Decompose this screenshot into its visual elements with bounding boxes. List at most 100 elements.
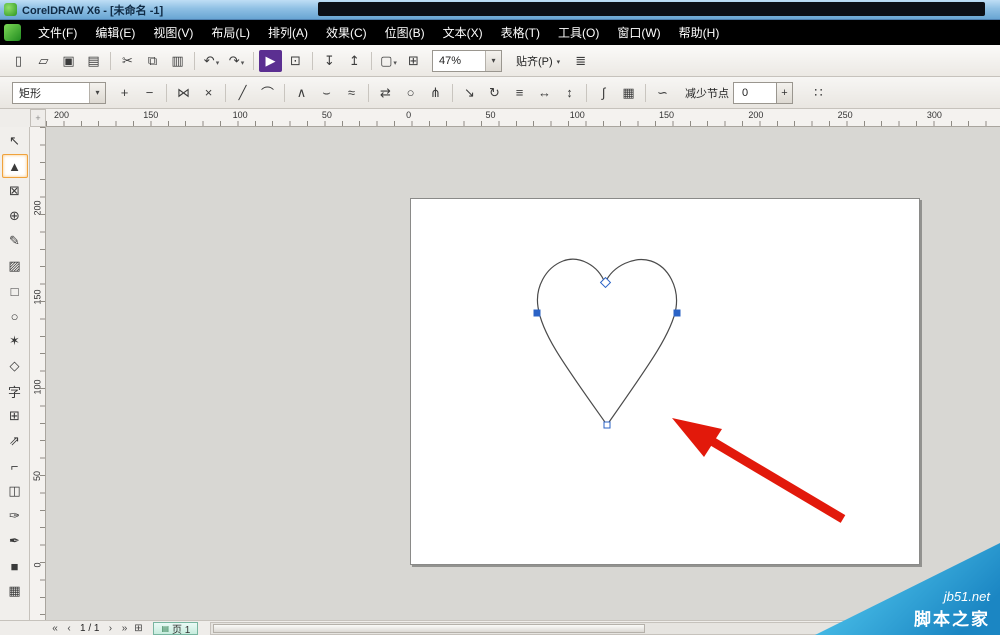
reflect-vertical-icon[interactable]: ↕ [558, 82, 581, 104]
separator[interactable] [312, 51, 313, 70]
menu-help[interactable]: 帮助(H) [670, 20, 729, 45]
node-selection-mode-icon[interactable]: ∷ [807, 82, 830, 104]
separator[interactable] [194, 51, 195, 70]
separator[interactable] [371, 51, 372, 70]
app-launcher-icon[interactable]: ▶ [259, 49, 282, 72]
dimension-tool[interactable]: ⇗ [2, 429, 28, 453]
curve-smoothness-icon[interactable]: ∽ [651, 82, 674, 104]
paste-icon[interactable]: ▥ [166, 50, 189, 72]
separator[interactable] [225, 83, 226, 102]
zoom-dropdown-arrow-icon[interactable] [485, 50, 501, 71]
first-page-button[interactable]: « [48, 623, 62, 634]
cut-icon[interactable]: ✂ [116, 50, 139, 72]
heart-node-bottom[interactable] [603, 421, 611, 429]
page-tab[interactable]: ▤ 页 1 [153, 621, 199, 635]
fill-tool[interactable]: ■ [2, 554, 28, 578]
eyedropper-tool[interactable]: ✑ [2, 504, 28, 528]
separator[interactable] [166, 83, 167, 102]
reduce-nodes-spinner[interactable]: 0 [733, 81, 777, 104]
heart-node-left[interactable] [533, 309, 541, 317]
rotate-nodes-icon[interactable]: ↻ [483, 82, 506, 104]
elastic-mode-icon[interactable]: ∫ [592, 82, 615, 104]
save-icon[interactable]: ▣ [57, 50, 80, 72]
separator[interactable] [645, 83, 646, 102]
connector-tool[interactable]: ⌐ [2, 454, 28, 478]
separator[interactable] [110, 51, 111, 70]
zoom-level-combo[interactable]: 47% [432, 49, 502, 72]
outline-pen-tool[interactable]: ✒ [2, 529, 28, 553]
ruler-origin-button[interactable]: + [30, 109, 46, 127]
menu-window[interactable]: 窗口(W) [608, 20, 669, 45]
snap-dropdown-arrow-icon[interactable] [553, 55, 561, 67]
menu-arrange[interactable]: 排列(A) [259, 20, 317, 45]
dropdown-arrow-icon[interactable] [216, 53, 220, 68]
align-nodes-icon[interactable]: ≡ [508, 82, 531, 104]
menu-bitmaps[interactable]: 位图(B) [376, 20, 434, 45]
open-icon[interactable]: ▱ [32, 50, 55, 72]
text-tool[interactable]: 字 [2, 379, 28, 403]
menu-view[interactable]: 视图(V) [144, 20, 202, 45]
preset-list-combo[interactable]: 矩形 [12, 81, 106, 104]
menu-edit[interactable]: 编辑(E) [86, 20, 144, 45]
vertical-ruler[interactable]: 200 150 100 50 0 [30, 127, 46, 620]
new-document-icon[interactable]: ▯ [7, 50, 30, 72]
horizontal-ruler[interactable]: 200 150 100 50 0 50 100 150 200 250 300 [46, 109, 1000, 127]
symmetrical-node-icon[interactable]: ≈ [340, 82, 363, 104]
close-curve-icon[interactable]: ○ [399, 82, 422, 104]
menu-table[interactable]: 表格(T) [492, 20, 549, 45]
copy-icon[interactable]: ⧉ [141, 50, 164, 72]
next-page-button[interactable]: › [103, 623, 117, 634]
convert-to-curve-icon[interactable]: ⌒ [256, 82, 279, 104]
menu-effects[interactable]: 效果(C) [317, 20, 376, 45]
reverse-direction-icon[interactable]: ⇄ [374, 82, 397, 104]
heart-node-right[interactable] [673, 309, 681, 317]
break-curve-icon[interactable]: × [197, 82, 220, 104]
snap-to-dropdown[interactable]: 贴齐(P) [510, 51, 566, 71]
export-icon[interactable]: ↥ [343, 50, 366, 72]
dropdown-arrow-icon[interactable] [241, 53, 245, 68]
prev-page-button[interactable]: ‹ [62, 623, 76, 634]
interactive-fill-tool[interactable]: ▦ [2, 579, 28, 603]
menu-file[interactable]: 文件(F) [29, 20, 86, 45]
select-all-nodes-icon[interactable]: ▦ [617, 82, 640, 104]
print-icon[interactable]: ▤ [82, 50, 105, 72]
pick-tool[interactable]: ↖ [2, 129, 28, 153]
view-navigator-icon[interactable]: ⊞ [402, 50, 425, 72]
extract-subpath-icon[interactable]: ⋔ [424, 82, 447, 104]
undo-icon[interactable]: ↶ [200, 50, 223, 72]
import-icon[interactable]: ↧ [318, 50, 341, 72]
last-page-button[interactable]: » [117, 623, 131, 634]
separator[interactable] [586, 83, 587, 102]
cusp-node-icon[interactable]: ∧ [290, 82, 313, 104]
preset-dropdown-arrow-icon[interactable] [89, 82, 105, 103]
menu-tools[interactable]: 工具(O) [549, 20, 608, 45]
delete-node-icon[interactable]: − [138, 82, 161, 104]
join-nodes-icon[interactable]: ⋈ [172, 82, 195, 104]
menu-layout[interactable]: 布局(L) [202, 20, 259, 45]
fullscreen-preview-icon[interactable]: ▢ [377, 50, 400, 72]
basic-shapes-tool[interactable]: ◇ [2, 354, 28, 378]
menu-text[interactable]: 文本(X) [434, 20, 492, 45]
separator[interactable] [368, 83, 369, 102]
reduce-nodes-stepper[interactable]: + [777, 81, 793, 104]
add-node-icon[interactable]: + [113, 82, 136, 104]
heart-node-top[interactable] [599, 276, 612, 289]
smart-fill-tool[interactable]: ▨ [2, 254, 28, 278]
polygon-tool[interactable]: ✶ [2, 329, 28, 353]
rectangle-tool[interactable]: □ [2, 279, 28, 303]
convert-to-line-icon[interactable]: ╱ [231, 82, 254, 104]
welcome-screen-icon[interactable]: ⊡ [284, 50, 307, 72]
add-page-button[interactable]: ⊞ [131, 623, 145, 634]
stretch-nodes-icon[interactable]: ↘ [458, 82, 481, 104]
drawing-canvas[interactable] [46, 127, 1000, 620]
separator[interactable] [284, 83, 285, 102]
scrollbar-thumb[interactable] [213, 623, 646, 633]
blend-tool[interactable]: ◫ [2, 479, 28, 503]
options-icon[interactable]: ≣ [569, 50, 592, 72]
redo-icon[interactable]: ↷ [225, 50, 248, 72]
freehand-tool[interactable]: ✎ [2, 229, 28, 253]
reflect-horizontal-icon[interactable]: ↔ [533, 82, 556, 104]
ellipse-tool[interactable]: ○ [2, 304, 28, 328]
shape-tool[interactable]: ▲ [1, 154, 28, 178]
table-tool[interactable]: ⊞ [2, 404, 28, 428]
